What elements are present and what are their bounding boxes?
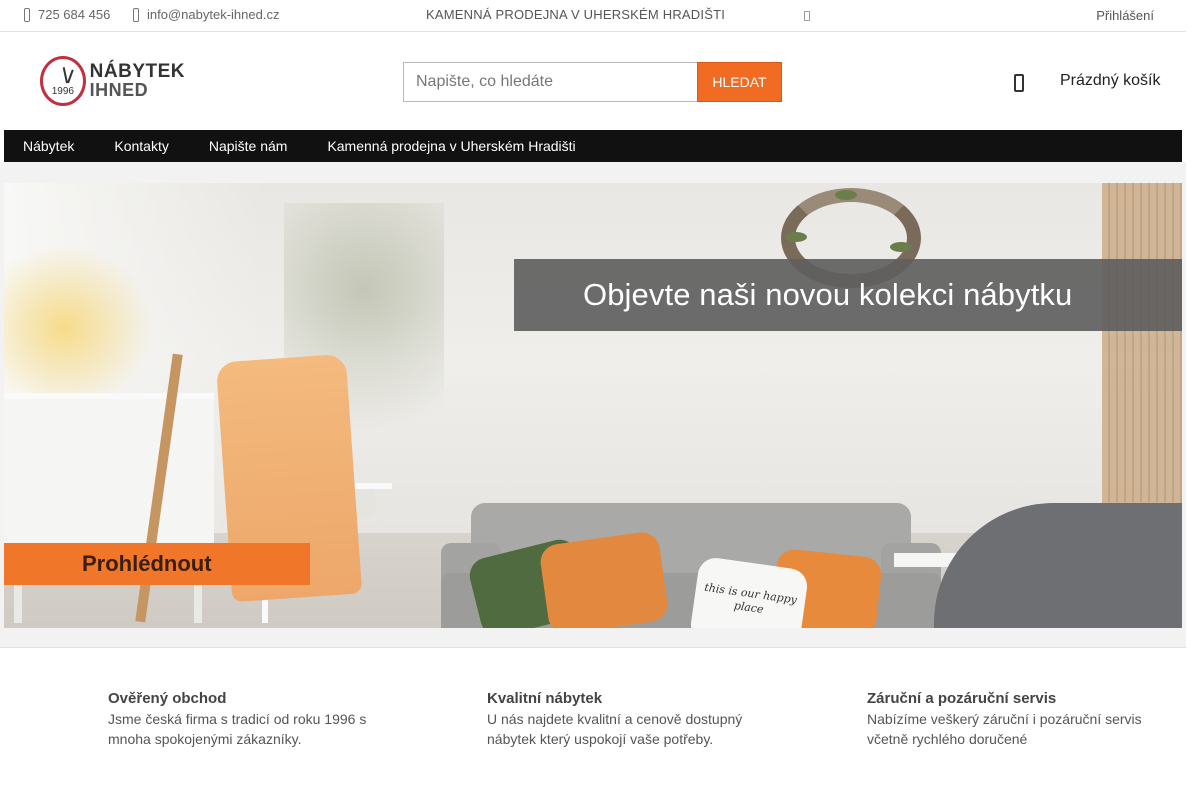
feature-title: Záruční a pozáruční servis	[867, 690, 1057, 707]
hero-headline: Objevte naši novou kolekci nábytku	[514, 259, 1182, 331]
hero-cta-button[interactable]: Prohlédnout	[4, 543, 310, 585]
hero-banner[interactable]: this is our happy place Objevte naši nov…	[4, 183, 1182, 628]
phone-number[interactable]: 725 684 456	[38, 7, 110, 22]
feature-verified-shop: Ověřený obchod Jsme česká firma s tradic…	[108, 690, 408, 749]
feature-quality-furniture: Kvalitní nábytek U nás najdete kvalitní …	[487, 690, 767, 749]
wooden-screen-graphic	[1102, 183, 1182, 513]
nav-item-kontakty[interactable]: Kontakty	[94, 130, 188, 162]
nav-item-nabytek[interactable]: Nábytek	[4, 130, 94, 162]
email-address[interactable]: info@nabytek-ihned.cz	[147, 7, 279, 22]
nav-item-napiste-nam[interactable]: Napište nám	[189, 130, 308, 162]
login-link[interactable]: Přihlášení	[1096, 8, 1154, 23]
search-form: HLEDAT	[403, 62, 782, 102]
orange-pillow-graphic	[538, 530, 670, 628]
desk-graphic	[4, 393, 214, 623]
clock-logo-icon: 1996	[40, 56, 86, 106]
top-bar: 725 684 456 info@nabytek-ihned.cz KAMENN…	[0, 0, 1186, 32]
cart-label[interactable]: Prázdný košík	[1060, 72, 1160, 90]
feature-warranty-service: Záruční a pozáruční servis Nabízíme vešk…	[867, 690, 1167, 749]
store-notice[interactable]: KAMENNÁ PRODEJNA V UHERSKÉM HRADIŠTI	[426, 7, 725, 22]
feature-text: Jsme česká firma s tradicí od roku 1996 …	[108, 711, 367, 747]
logo-line-2: IHNED	[89, 80, 149, 100]
armchair-graphic	[934, 503, 1182, 628]
email-contact[interactable]: info@nabytek-ihned.cz	[133, 7, 279, 22]
mail-icon	[133, 7, 139, 22]
info-icon[interactable]	[804, 11, 810, 21]
feature-text: U nás najdete kvalitní a cenově dostupný…	[487, 711, 743, 747]
logo-year: 1996	[51, 86, 74, 97]
search-input[interactable]	[403, 62, 697, 102]
site-logo[interactable]: 1996 NÁBYTEK IHNED	[40, 56, 185, 106]
feature-title: Kvalitní nábytek	[487, 690, 603, 707]
logo-line-1: NÁBYTEK	[89, 61, 185, 82]
tulips-graphic	[4, 243, 154, 413]
cart-button[interactable]: Prázdný košík	[1014, 70, 1160, 92]
nav-item-kamenna-prodejna[interactable]: Kamenná prodejna v Uherském Hradišti	[307, 130, 595, 162]
phone-contact[interactable]: 725 684 456	[24, 7, 110, 22]
shopping-bag-icon	[1014, 74, 1024, 92]
feature-text: Nabízíme veškerý záruční i pozáruční ser…	[867, 711, 1142, 747]
phone-icon	[24, 7, 30, 22]
site-header: 1996 NÁBYTEK IHNED HLEDAT Prázdný košík	[0, 32, 1186, 130]
feature-title: Ověřený obchod	[108, 690, 227, 707]
search-button[interactable]: HLEDAT	[697, 62, 782, 102]
main-navigation: Nábytek Kontakty Napište nám Kamenná pro…	[4, 130, 1182, 162]
